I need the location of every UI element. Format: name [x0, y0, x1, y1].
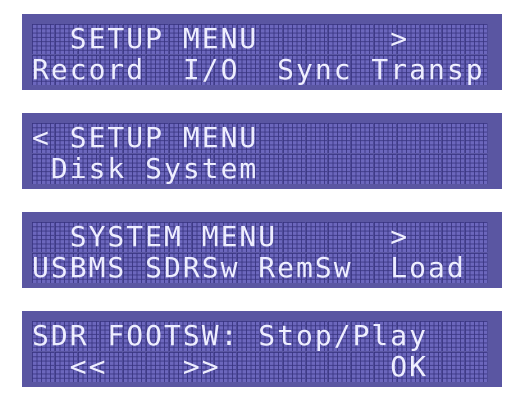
lcd-line-2: USBMS SDRSw RemSw Load	[32, 253, 466, 283]
lcd-line-2: << >> OK	[32, 352, 429, 382]
lcd-setup-menu-page-1: SETUP MENU > Record I/O Sync Transp	[22, 14, 502, 90]
lcd-line-1: SETUP MENU >	[32, 24, 410, 54]
lcd-line-1: < SETUP MENU	[32, 123, 259, 153]
lcd-line-1: SDR FOOTSW: Stop/Play	[32, 321, 429, 351]
lcd-line-2: Record I/O Sync Transp	[32, 55, 485, 85]
lcd-sdr-footswitch: SDR FOOTSW: Stop/Play << >> OK	[22, 311, 502, 387]
lcd-setup-menu-page-2: < SETUP MENU Disk System	[22, 113, 502, 189]
lcd-line-1: SYSTEM MENU >	[32, 222, 410, 252]
lcd-line-2: Disk System	[32, 154, 259, 184]
lcd-system-menu: SYSTEM MENU > USBMS SDRSw RemSw Load	[22, 212, 502, 288]
